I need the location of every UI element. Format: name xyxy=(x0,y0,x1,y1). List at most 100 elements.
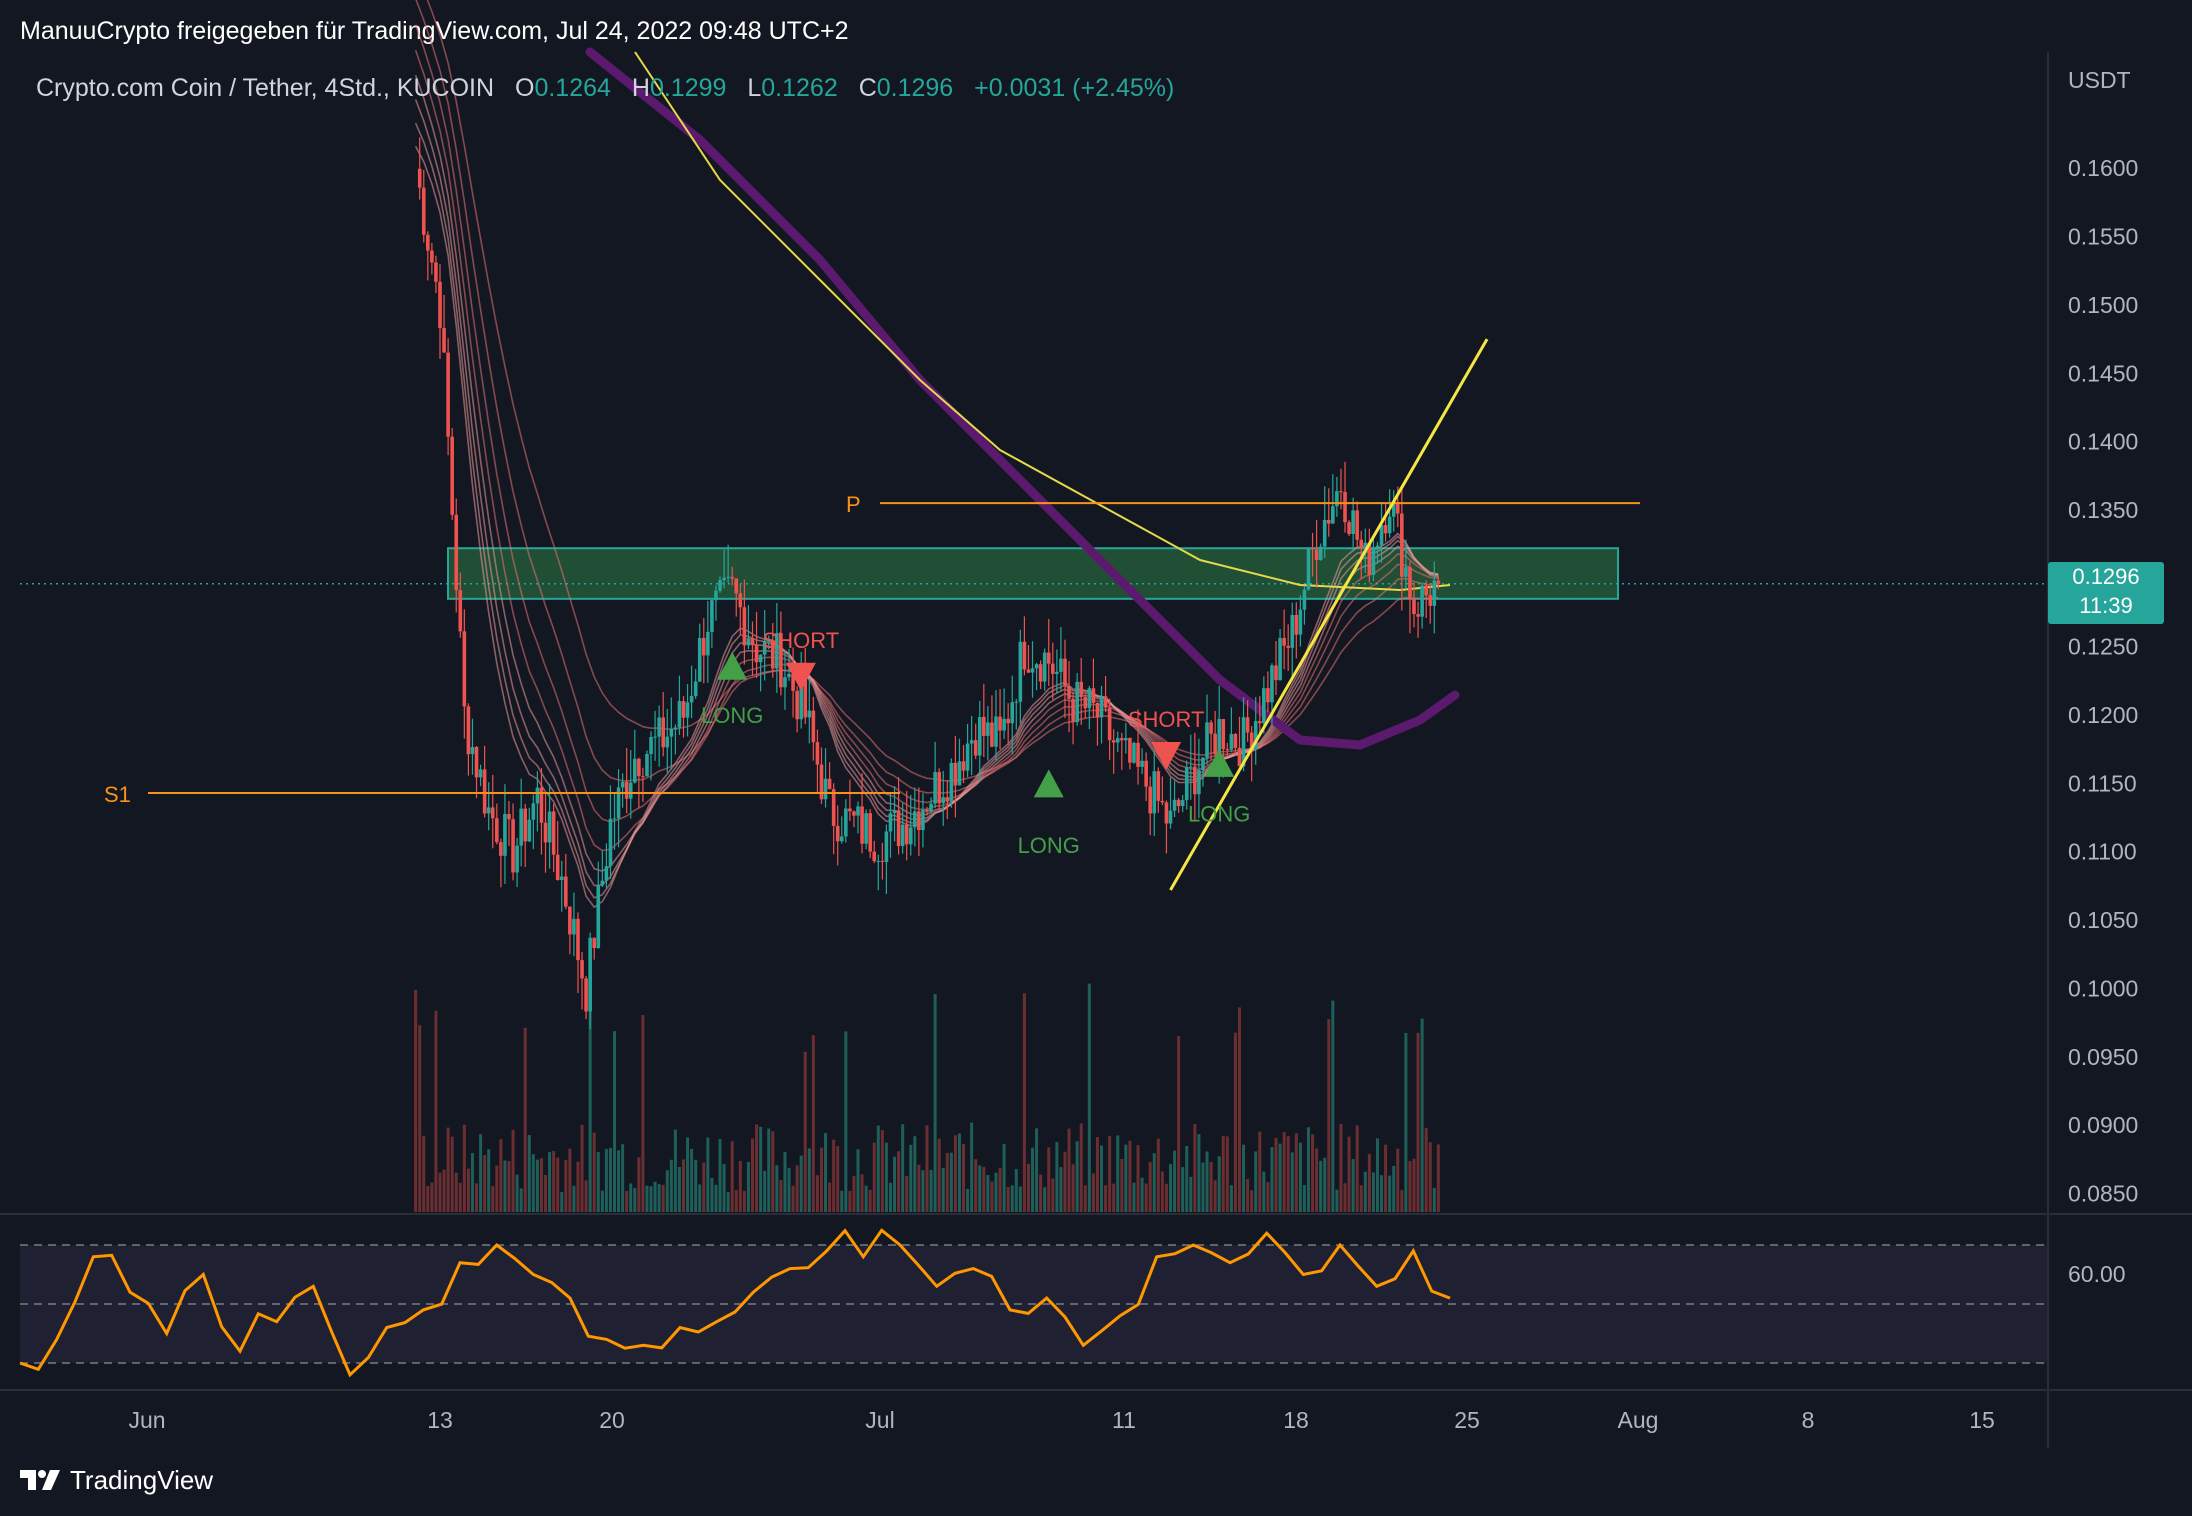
volume-bar xyxy=(633,1188,637,1212)
candle-body xyxy=(839,836,844,842)
time-tick-label: 11 xyxy=(1112,1407,1136,1433)
volume-bar xyxy=(763,1170,767,1212)
candle-body xyxy=(559,876,564,881)
candle-body xyxy=(1164,802,1169,824)
candle-body xyxy=(580,960,584,979)
volume-bar xyxy=(1294,1133,1298,1212)
candle-body xyxy=(1209,722,1213,734)
volume-bar xyxy=(487,1149,491,1212)
volume-bar xyxy=(1071,1164,1075,1212)
volume-bar xyxy=(832,1139,836,1212)
volume-bar xyxy=(1266,1182,1270,1212)
volume-bar xyxy=(1420,1018,1424,1212)
candle-body xyxy=(921,809,925,830)
candle-body xyxy=(515,845,519,873)
tradingview-logo[interactable]: TradingView xyxy=(20,1464,213,1496)
volume-bar xyxy=(1428,1142,1432,1212)
candle-body xyxy=(941,797,946,804)
candle-body xyxy=(831,789,836,826)
chart-canvas[interactable]: P S1 LONG SHORT LONG SHORT LONG 60.00 USDT 0.1… xyxy=(0,0,2192,1516)
candle-body xyxy=(1432,580,1437,606)
candle-body xyxy=(1274,665,1278,681)
volume-bar xyxy=(580,1124,584,1212)
candle-body xyxy=(868,813,872,852)
volume-bar xyxy=(450,1136,454,1212)
candle-body xyxy=(892,810,897,814)
volume-bar xyxy=(880,1130,884,1212)
candle-body xyxy=(1136,742,1140,767)
volume-bar xyxy=(970,1122,974,1212)
candle-body xyxy=(1140,760,1144,767)
candle-body xyxy=(758,654,763,663)
candle-body xyxy=(1257,721,1262,724)
volume-bar xyxy=(641,1015,645,1212)
volume-bar xyxy=(990,1181,994,1212)
candle-body xyxy=(706,631,710,656)
volume-bar xyxy=(1424,1127,1428,1212)
volume-bars xyxy=(414,983,1440,1212)
candle-body xyxy=(815,742,820,765)
candle-body xyxy=(896,810,901,847)
volume-bar xyxy=(1124,1144,1128,1212)
candle-body xyxy=(860,806,864,844)
candle-body xyxy=(1002,718,1006,731)
volume-bar xyxy=(1282,1132,1286,1212)
volume-bar xyxy=(986,1175,990,1212)
candle-body xyxy=(1197,770,1201,795)
symbol-name[interactable]: Crypto.com Coin / Tether, 4Std., KUCOIN xyxy=(36,74,494,102)
volume-bar xyxy=(568,1148,572,1212)
candle-body xyxy=(1383,525,1388,534)
volume-bar xyxy=(446,1127,450,1212)
volume-bar xyxy=(454,1172,458,1212)
time-tick-label: 15 xyxy=(1969,1407,1995,1433)
candle-body xyxy=(1400,513,1404,577)
candle-body xyxy=(904,824,909,845)
candle-body xyxy=(783,677,787,688)
volume-bar xyxy=(783,1151,787,1212)
candle-body xyxy=(417,168,422,188)
candle-body xyxy=(1375,545,1380,548)
volume-bar xyxy=(698,1184,702,1212)
candle-body xyxy=(856,806,860,816)
volume-bar xyxy=(1237,1007,1241,1212)
candle-body xyxy=(1213,733,1217,755)
volume-bar xyxy=(738,1160,742,1212)
volume-bar xyxy=(1177,1036,1181,1212)
volume-bar xyxy=(1169,1164,1172,1212)
rsi-pane: 60.00 xyxy=(19,1228,2126,1378)
candle-body xyxy=(604,866,609,881)
volume-bar xyxy=(434,1010,438,1212)
volume-bar xyxy=(1031,1147,1035,1212)
candle-body xyxy=(1030,668,1035,673)
candle-body xyxy=(718,580,722,591)
candle-body xyxy=(482,769,487,814)
candle-body xyxy=(633,758,637,783)
candle-body xyxy=(649,737,653,754)
candle-body xyxy=(787,673,791,678)
candle-body xyxy=(421,187,426,235)
volume-bar xyxy=(775,1165,779,1212)
candle-body xyxy=(1404,567,1408,577)
candle-body xyxy=(913,811,917,828)
candle-body xyxy=(612,818,617,820)
candle-body xyxy=(665,736,670,748)
candle-body xyxy=(1201,757,1205,771)
volume-bar xyxy=(795,1165,799,1212)
volume-bar xyxy=(1392,1165,1396,1212)
volume-bar xyxy=(1014,1169,1018,1212)
volume-bar xyxy=(470,1153,474,1212)
volume-bar xyxy=(1355,1125,1359,1212)
volume-bar xyxy=(1306,1127,1310,1212)
volume-bar xyxy=(1095,1136,1099,1212)
volume-bar xyxy=(1258,1131,1262,1212)
symbol-legend[interactable]: Crypto.com Coin / Tether, 4Std., KUCOIN … xyxy=(36,74,1174,103)
volume-bar xyxy=(840,1190,844,1212)
candle-body xyxy=(710,600,714,632)
volume-bar xyxy=(856,1149,860,1212)
volume-bar xyxy=(1246,1179,1250,1212)
low-value: 0.1262 xyxy=(761,74,838,102)
volume-bar xyxy=(897,1151,901,1212)
candle-body xyxy=(811,710,816,743)
time-axis: Jun 13 20 Jul 11 18 25 Aug 8 15 xyxy=(128,1407,1994,1433)
volume-bar xyxy=(1363,1171,1367,1212)
